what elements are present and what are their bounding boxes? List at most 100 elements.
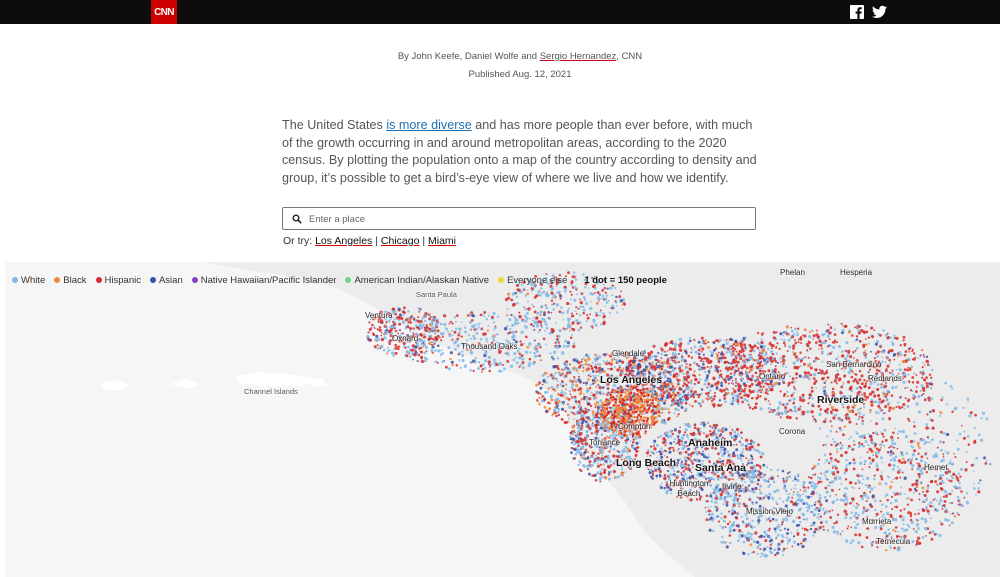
- population-dot: [776, 407, 780, 411]
- facebook-icon[interactable]: [850, 5, 864, 19]
- population-dot: [869, 461, 873, 465]
- population-dot: [702, 360, 705, 363]
- population-dot: [583, 407, 586, 410]
- population-dot: [774, 530, 777, 533]
- population-dot: [780, 523, 784, 526]
- cnn-logo[interactable]: CNN: [151, 0, 177, 24]
- population-dot: [680, 405, 684, 410]
- population-dot: [688, 363, 692, 367]
- population-dot: [684, 462, 688, 466]
- population-dot: [844, 324, 848, 328]
- dot-density-map[interactable]: [5, 262, 1000, 577]
- try-link-los-angeles[interactable]: Los Angeles: [315, 235, 372, 247]
- population-dot: [798, 374, 802, 378]
- population-dot: [745, 475, 749, 479]
- population-dot: [902, 380, 906, 384]
- population-dot: [820, 480, 823, 483]
- population-dot: [693, 345, 697, 349]
- population-dot: [575, 383, 579, 388]
- population-dot: [849, 541, 853, 545]
- population-dot: [931, 369, 934, 371]
- population-dot: [898, 492, 902, 496]
- population-dot: [632, 401, 634, 404]
- population-dot: [903, 508, 906, 511]
- population-dot: [481, 313, 484, 317]
- population-dot: [869, 435, 873, 439]
- population-dot: [731, 455, 735, 458]
- population-dot: [663, 442, 665, 444]
- population-dot: [663, 421, 667, 425]
- population-dot: [885, 511, 890, 516]
- population-dot: [596, 464, 600, 468]
- population-dot: [785, 404, 788, 407]
- population-dot: [881, 443, 884, 446]
- population-dot: [474, 357, 477, 360]
- population-dot: [561, 368, 565, 372]
- population-dot: [756, 375, 759, 378]
- population-dot: [653, 441, 656, 445]
- population-dot: [692, 393, 695, 397]
- population-dot: [949, 492, 952, 496]
- population-dot: [791, 545, 794, 548]
- population-dot: [797, 341, 800, 344]
- byline-author-link[interactable]: Sergio Hernandez: [540, 51, 617, 62]
- population-dot: [690, 454, 693, 458]
- population-dot: [683, 359, 687, 363]
- population-dot: [622, 367, 625, 370]
- population-dot: [767, 406, 771, 410]
- population-dot: [712, 397, 716, 401]
- population-dot: [898, 368, 902, 372]
- population-dot: [824, 520, 828, 524]
- try-link-miami[interactable]: Miami: [428, 235, 456, 247]
- population-dot: [928, 531, 932, 534]
- population-dot: [764, 361, 768, 365]
- population-dot: [693, 382, 696, 385]
- population-dot: [768, 527, 771, 531]
- try-link-chicago[interactable]: Chicago: [381, 235, 420, 247]
- population-dot: [825, 499, 829, 503]
- population-dot: [776, 551, 780, 555]
- population-dot: [437, 349, 441, 353]
- population-dot: [916, 486, 919, 488]
- search-box[interactable]: [282, 207, 756, 230]
- population-dot: [948, 524, 951, 527]
- population-dot: [855, 338, 859, 341]
- population-dot: [782, 536, 785, 539]
- population-dot: [464, 330, 468, 334]
- population-dot: [707, 453, 710, 456]
- population-dot: [789, 408, 793, 412]
- population-dot: [700, 392, 703, 395]
- population-dot: [540, 399, 544, 403]
- population-dot: [820, 521, 823, 524]
- search-input[interactable]: [309, 211, 749, 227]
- population-dot: [668, 450, 672, 454]
- more-diverse-link[interactable]: is more diverse: [386, 118, 471, 132]
- population-dot: [608, 457, 611, 460]
- population-dot: [748, 484, 751, 487]
- population-dot: [711, 529, 715, 533]
- population-dot: [730, 382, 733, 384]
- population-dot: [685, 373, 688, 376]
- population-dot: [677, 344, 680, 346]
- population-dot: [784, 345, 787, 347]
- population-dot: [752, 490, 756, 494]
- intro-text-start: The United States: [282, 118, 387, 132]
- population-dot: [539, 392, 542, 395]
- population-dot: [884, 404, 888, 409]
- population-dot: [908, 488, 912, 492]
- population-dot: [779, 390, 782, 393]
- population-dot: [893, 546, 896, 550]
- twitter-icon[interactable]: [872, 5, 887, 19]
- population-dot: [644, 363, 647, 366]
- population-dot: [575, 402, 578, 405]
- population-dot: [819, 501, 822, 504]
- population-dot: [764, 382, 767, 385]
- population-dot: [807, 356, 810, 359]
- population-dot: [840, 350, 844, 353]
- population-dot: [451, 322, 454, 325]
- population-dot: [669, 441, 673, 445]
- population-dot: [788, 538, 792, 541]
- population-dot: [737, 477, 740, 479]
- population-dot: [891, 369, 894, 372]
- population-dot: [925, 355, 929, 359]
